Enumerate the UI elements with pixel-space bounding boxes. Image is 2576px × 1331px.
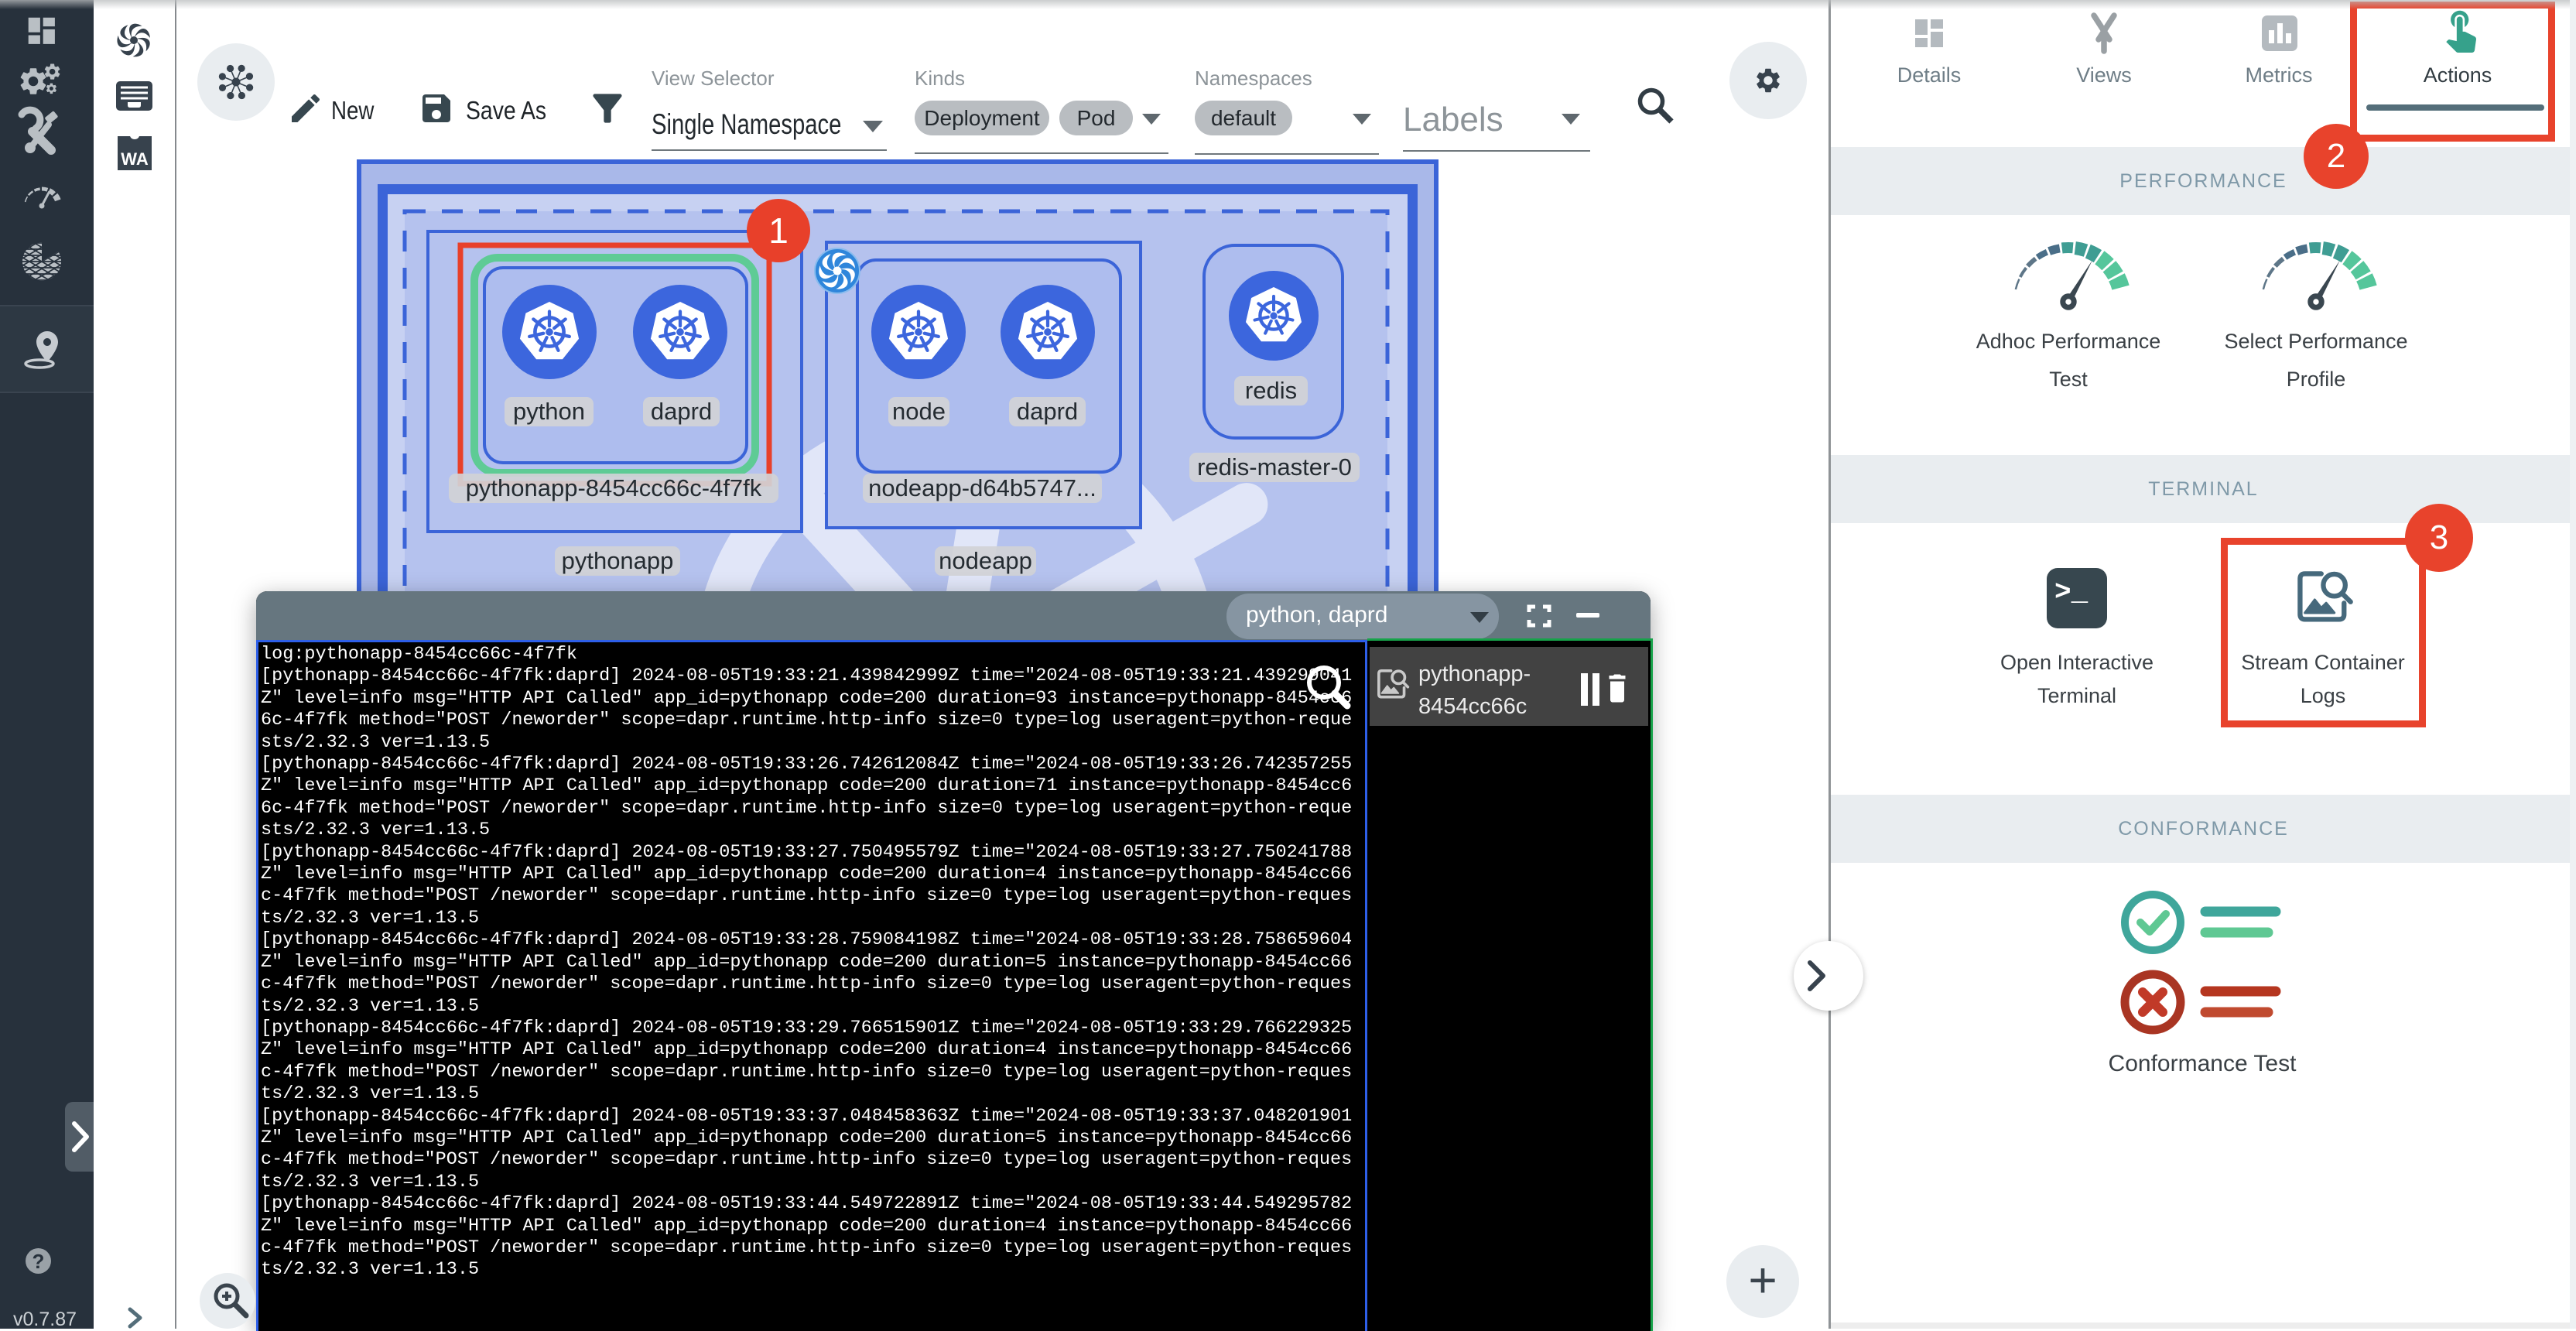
svg-text:1: 1	[768, 210, 789, 251]
svg-text:WA: WA	[121, 149, 149, 169]
